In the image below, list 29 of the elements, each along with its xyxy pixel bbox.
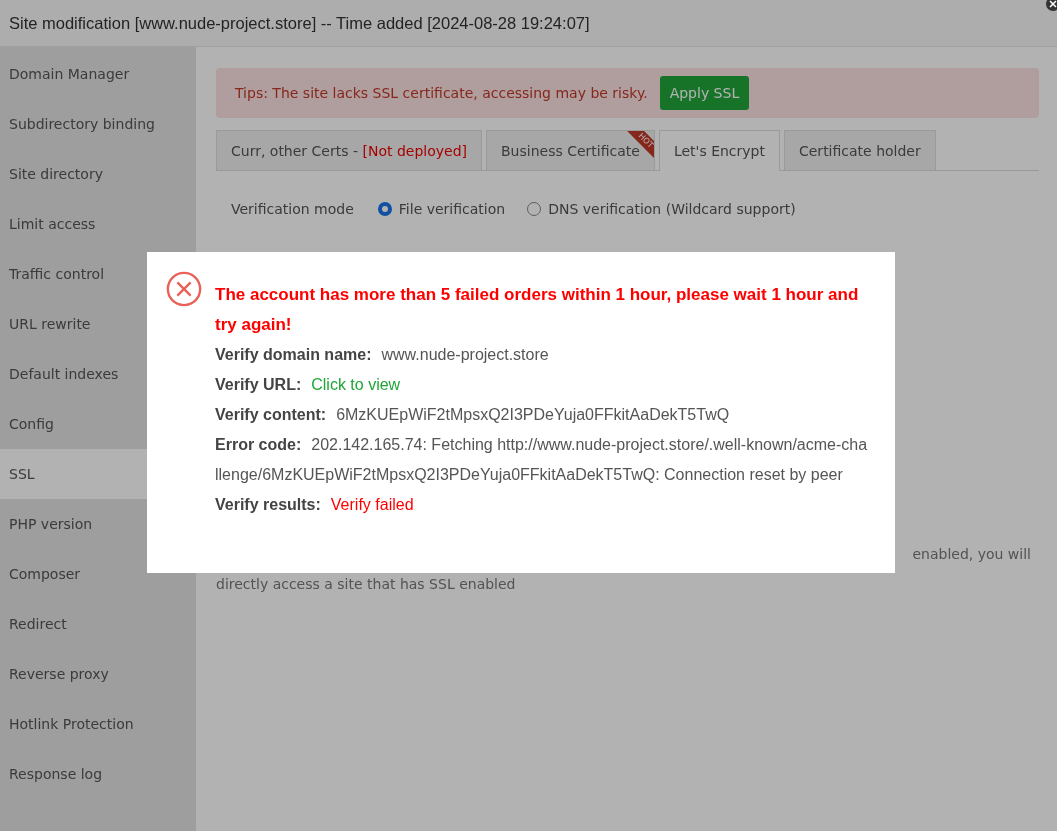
error-message: The account has more than 5 failed orders within 1 hour, please wait 1 hour and try again! bbox=[215, 284, 860, 336]
sidebar-item[interactable]: Reverse proxy bbox=[0, 649, 196, 699]
sidebar-item[interactable]: Domain Manager bbox=[0, 49, 196, 99]
radio-option[interactable]: File verification bbox=[377, 201, 506, 217]
radio-icon[interactable] bbox=[377, 202, 392, 216]
sidebar-item[interactable]: Response log bbox=[0, 749, 196, 799]
detail-line: Verify results: Verify failed bbox=[215, 495, 415, 515]
sidebar-item[interactable]: Site directory bbox=[0, 149, 196, 199]
tab[interactable]: Let's Encrypt bbox=[658, 130, 780, 171]
detail-line: Error code: 202.142.165.74: Fetching http://www.nude-project.store/.well-known/acme-challenge/6MzKUEpWiF2tMpsxQ2I3PDeYuja0FFkitAaDekT5TwQ: Connection reset by peer bbox=[215, 435, 869, 485]
detail-line: Verify domain name: www.nude-project.store bbox=[215, 345, 550, 365]
sidebar-item[interactable]: Redirect bbox=[0, 599, 196, 649]
verification-label: Verification mode bbox=[231, 201, 354, 217]
verify-url-link[interactable]: Click to view bbox=[311, 376, 401, 393]
error-icon bbox=[165, 270, 203, 308]
tab[interactable]: Curr, other Certs - [Not deployed] bbox=[216, 130, 482, 170]
sidebar-item[interactable]: Limit access bbox=[0, 199, 196, 249]
sidebar-item[interactable]: Hotlink Protection bbox=[0, 699, 196, 749]
note-text: enabled, you will bbox=[911, 545, 1032, 564]
tab[interactable]: Certificate holder bbox=[784, 130, 936, 170]
radio-icon[interactable] bbox=[527, 202, 542, 216]
note-text: directly access a site that has SSL enabled bbox=[216, 575, 517, 594]
detail-line: Verify URL: Click to view bbox=[215, 375, 402, 395]
detail-line: Verify content: 6MzKUEpWiF2tMpsxQ2I3PDeYuja0FFkitAaDekT5TwQ bbox=[215, 405, 731, 425]
window-title: Site modification [www.nude-project.store] -- Time added [2024-08-28 19:24:07] bbox=[9, 13, 590, 33]
apply-ssl-button[interactable]: Apply SSL bbox=[659, 76, 750, 110]
tip-text: Tips: The site lacks SSL certificate, accessing may be risky. bbox=[235, 85, 648, 101]
sidebar-item[interactable]: Subdirectory binding bbox=[0, 99, 196, 149]
radio-option[interactable]: DNS verification (Wildcard support) bbox=[527, 201, 796, 217]
